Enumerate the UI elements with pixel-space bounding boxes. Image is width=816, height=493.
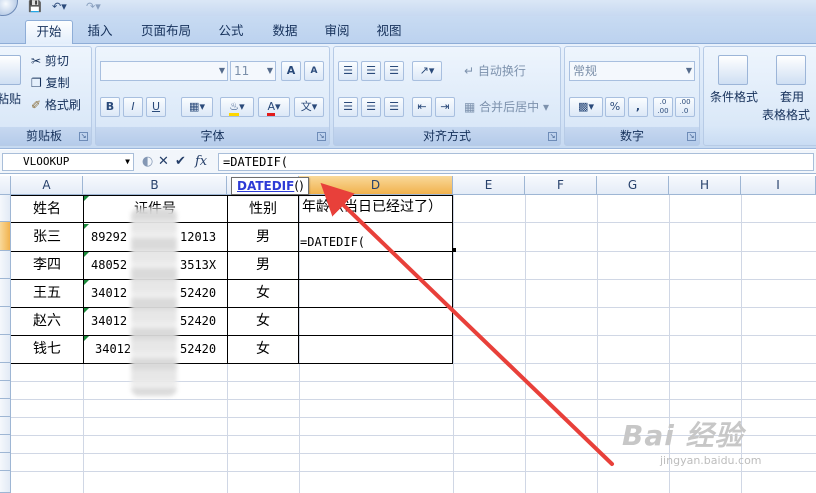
office-button[interactable]	[0, 0, 18, 16]
phonetic-label: 文	[300, 100, 312, 113]
copy-button[interactable]: ❐ 复制	[31, 73, 70, 93]
ribbon: 粘贴 ✂ 剪切 ❐ 复制 ✐ 格式刷 剪贴板 ↘ ▼ 11 ▼ A A B I U…	[0, 44, 816, 149]
italic-button[interactable]: I	[123, 97, 143, 117]
alignment-group-label: 对齐方式	[334, 127, 560, 145]
border-grid-icon: ▦	[189, 100, 200, 113]
chevron-down-icon: ▼	[125, 157, 130, 166]
phonetic-button[interactable]: 文▾	[294, 97, 324, 117]
ribbon-tab-bar: 开始 插入 页面布局 公式 数据 审阅 视图	[0, 16, 816, 44]
watermark-brand: Bai 经验	[622, 419, 744, 452]
format-painter-button[interactable]: ✐ 格式刷	[31, 95, 81, 115]
enter-check-icon[interactable]: ✔	[175, 154, 186, 170]
orientation-icon[interactable]: ↗▾	[412, 61, 442, 81]
brush-icon: ✐	[31, 98, 42, 112]
font-launcher-icon[interactable]: ↘	[317, 132, 326, 141]
tab-home[interactable]: 开始	[25, 20, 73, 44]
decrease-decimal-button[interactable]: .00 .0	[675, 97, 695, 117]
align-center-icon[interactable]: ☰	[361, 97, 381, 117]
tab-page-layout[interactable]: 页面布局	[130, 20, 202, 44]
paste-icon[interactable]	[0, 55, 21, 85]
underline-button[interactable]: U	[146, 97, 166, 117]
font-color-label: A	[267, 100, 275, 116]
title-bar: 💾 ↶▾ ↷▾	[0, 0, 816, 16]
tab-review[interactable]: 审阅	[314, 20, 360, 44]
copy-label: 复制	[45, 76, 70, 90]
styles-group: 条件格式 套用 表格格式	[703, 46, 816, 146]
cut-button[interactable]: ✂ 剪切	[31, 51, 69, 71]
save-icon[interactable]: 💾	[28, 0, 42, 14]
paste-button[interactable]: 粘贴	[0, 89, 21, 109]
tab-view[interactable]: 视图	[366, 20, 412, 44]
bold-button[interactable]: B	[100, 97, 120, 117]
chevron-down-icon: ▼	[218, 66, 225, 75]
chevron-down-icon: ▼	[685, 66, 692, 75]
tab-data[interactable]: 数据	[262, 20, 308, 44]
formula-bar: VLOOKUP ▼ ◐ ✕ ✔ fx =DATEDIF(	[0, 150, 816, 174]
number-group: 常规 ▼ ▩▾ % , .0 .00 .00 .0 数字 ↘	[564, 46, 700, 146]
alignment-launcher-icon[interactable]: ↘	[548, 132, 557, 141]
align-top-icon[interactable]: ☰	[338, 61, 358, 81]
clipboard-group: 粘贴 ✂ 剪切 ❐ 复制 ✐ 格式刷 剪贴板 ↘	[0, 46, 92, 146]
number-launcher-icon[interactable]: ↘	[687, 132, 696, 141]
font-group: ▼ 11 ▼ A A B I U ▦▾ ♨▾ A▾ 文▾ 字体 ↘	[95, 46, 330, 146]
wrap-text-label: 自动换行	[477, 64, 526, 78]
copy-icon: ❐	[31, 76, 42, 90]
borders-button[interactable]: ▦▾	[181, 97, 213, 117]
insert-function-button[interactable]: fx	[195, 154, 207, 170]
format-painter-label: 格式刷	[44, 98, 81, 112]
table-format-icon[interactable]	[776, 55, 806, 85]
font-name-combo[interactable]: ▼	[100, 61, 228, 81]
formula-input[interactable]: =DATEDIF(	[218, 153, 814, 171]
font-color-button[interactable]: A▾	[258, 97, 290, 117]
worksheet-grid[interactable]: A B C D E F G H I 姓名 证件号 性别	[0, 176, 816, 493]
percent-button[interactable]: %	[605, 97, 625, 117]
align-left-icon[interactable]: ☰	[338, 97, 358, 117]
merge-center-label: 合并后居中	[479, 100, 540, 114]
paint-bucket-icon: ♨	[229, 100, 240, 116]
tab-insert[interactable]: 插入	[78, 20, 122, 44]
watermark: Bai 经验 jingyan.baidu.com	[622, 414, 792, 480]
clipboard-launcher-icon[interactable]: ↘	[79, 132, 88, 141]
table-format-button-line2[interactable]: 表格格式	[762, 105, 810, 125]
number-group-label: 数字	[565, 127, 699, 145]
cut-label: 剪切	[44, 54, 69, 68]
name-box-value: VLOOKUP	[23, 155, 70, 168]
grow-font-button[interactable]: A	[281, 61, 301, 81]
wrap-icon: ↵	[464, 64, 475, 78]
align-bottom-icon[interactable]: ☰	[384, 61, 404, 81]
font-group-label: 字体	[96, 127, 329, 145]
name-box[interactable]: VLOOKUP ▼	[2, 153, 134, 171]
currency-button[interactable]: ▩▾	[569, 97, 603, 117]
number-format-combo[interactable]: 常规 ▼	[569, 61, 695, 81]
cancel-icon[interactable]: ✕	[158, 154, 169, 170]
merge-icon: ▦	[464, 100, 476, 114]
align-middle-icon[interactable]: ☰	[361, 61, 381, 81]
increase-indent-icon[interactable]: ⇥	[435, 97, 455, 117]
conditional-formatting-icon[interactable]	[718, 55, 748, 85]
increase-decimal-button[interactable]: .0 .00	[653, 97, 673, 117]
conditional-formatting-button[interactable]: 条件格式	[710, 87, 758, 107]
undo-icon[interactable]: ↶▾	[52, 0, 67, 14]
chevron-down-icon: ▼	[266, 66, 273, 75]
font-size-combo[interactable]: 11 ▼	[230, 61, 276, 81]
align-right-icon[interactable]: ☰	[384, 97, 404, 117]
tab-formulas[interactable]: 公式	[208, 20, 254, 44]
fill-color-button[interactable]: ♨▾	[220, 97, 254, 117]
redo-icon[interactable]: ↷▾	[86, 0, 101, 14]
scissors-icon: ✂	[31, 54, 42, 68]
currency-icon: ▩	[578, 100, 589, 113]
watermark-url: jingyan.baidu.com	[660, 454, 762, 467]
alignment-group: ☰ ☰ ☰ ↗▾ ↵ 自动换行 ☰ ☰ ☰ ⇤ ⇥ ▦ 合并后居中 ▾ 对齐方式…	[333, 46, 561, 146]
wrap-text-button[interactable]: ↵ 自动换行	[464, 61, 526, 81]
number-format-value: 常规	[573, 64, 598, 78]
table-format-button-line1[interactable]: 套用	[780, 87, 804, 107]
expand-icon[interactable]: ◐	[142, 154, 153, 170]
comma-button[interactable]: ,	[628, 97, 648, 117]
font-size-value: 11	[234, 64, 250, 78]
clipboard-group-label: 剪贴板	[0, 127, 91, 145]
decrease-indent-icon[interactable]: ⇤	[412, 97, 432, 117]
shrink-font-button[interactable]: A	[304, 61, 324, 81]
merge-center-button[interactable]: ▦ 合并后居中 ▾	[464, 97, 549, 117]
